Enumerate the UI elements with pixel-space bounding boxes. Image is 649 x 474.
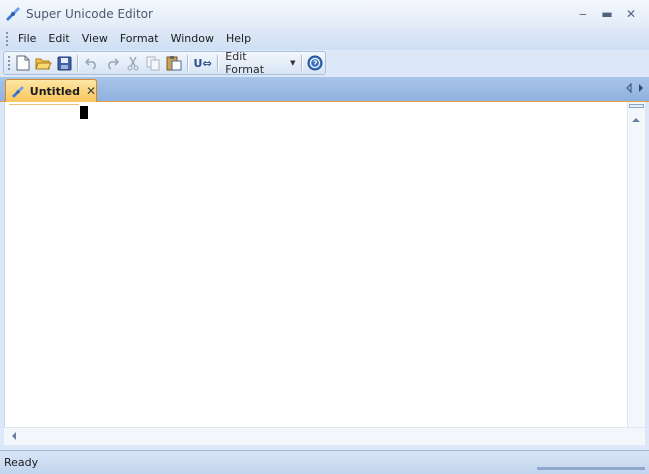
minimize-button[interactable]: ‒ [571, 4, 595, 24]
new-document-icon [16, 55, 30, 71]
edit-format-dropdown[interactable]: Edit Format ▼ [221, 50, 297, 76]
undo-icon [85, 58, 97, 70]
text-cursor [80, 106, 88, 119]
toolbar-separator [300, 55, 302, 71]
status-bar: Ready [0, 450, 649, 474]
toolbar-separator [217, 55, 219, 71]
window-controls: ‒ ▬ ✕ [571, 4, 643, 24]
redo-button[interactable] [102, 53, 123, 73]
cut-icon [127, 56, 139, 70]
menu-help[interactable]: Help [220, 30, 257, 48]
document-tab-icon [11, 86, 24, 98]
tab-scroll-left-icon[interactable] [625, 83, 633, 93]
text-editor[interactable] [4, 102, 627, 427]
tab-untitled[interactable]: Untitled ✕ [5, 79, 97, 102]
unicode-convert-icon: U⇔ [193, 56, 212, 70]
window-title: Super Unicode Editor [26, 7, 153, 21]
toolbar-separator [77, 55, 79, 71]
close-button[interactable]: ✕ [619, 4, 643, 24]
current-line-indicator [9, 104, 79, 105]
toolbar-grip-handle[interactable] [8, 56, 10, 70]
menu-bar: File Edit View Format Window Help [0, 28, 649, 50]
new-document-button[interactable] [13, 53, 34, 73]
maximize-button[interactable]: ▬ [595, 4, 619, 24]
open-folder-icon [35, 58, 53, 69]
paste-icon [166, 56, 182, 71]
tab-scroll-right-icon[interactable] [637, 83, 645, 93]
help-button[interactable] [304, 53, 325, 73]
status-panel [537, 467, 645, 470]
chevron-down-icon: ▼ [290, 59, 296, 67]
split-handle[interactable] [629, 104, 644, 108]
copy-button[interactable] [143, 53, 164, 73]
edit-format-label: Edit Format [225, 50, 265, 76]
undo-button[interactable] [81, 53, 102, 73]
cut-button[interactable] [122, 53, 143, 73]
title-bar: Super Unicode Editor ‒ ▬ ✕ [0, 0, 649, 28]
paste-button[interactable] [163, 53, 184, 73]
menu-file[interactable]: File [12, 30, 42, 48]
menu-grip-handle[interactable] [6, 32, 8, 46]
toolbar-separator [186, 55, 188, 71]
toolbar: U⇔ Edit Format ▼ [3, 50, 326, 76]
menu-format[interactable]: Format [114, 30, 165, 48]
save-icon [57, 56, 72, 70]
tab-close-icon[interactable]: ✕ [86, 84, 96, 98]
app-logo-icon [6, 7, 20, 21]
tab-label: Untitled [29, 84, 80, 98]
tab-scroll-controls [625, 83, 645, 93]
scroll-left-icon[interactable] [10, 431, 18, 441]
save-button[interactable] [54, 53, 75, 73]
redo-icon [107, 58, 119, 70]
menu-edit[interactable]: Edit [42, 30, 75, 48]
status-text: Ready [4, 456, 39, 469]
document-tab-strip: Untitled ✕ [0, 77, 649, 102]
copy-icon [146, 56, 160, 70]
menu-window[interactable]: Window [165, 30, 220, 48]
scroll-up-icon[interactable] [631, 116, 641, 124]
vertical-scrollbar[interactable] [627, 102, 645, 427]
menu-view[interactable]: View [76, 30, 114, 48]
horizontal-scrollbar[interactable] [4, 427, 645, 445]
help-icon [307, 55, 323, 71]
open-button[interactable] [33, 53, 54, 73]
unicode-convert-button[interactable]: U⇔ [191, 53, 214, 73]
